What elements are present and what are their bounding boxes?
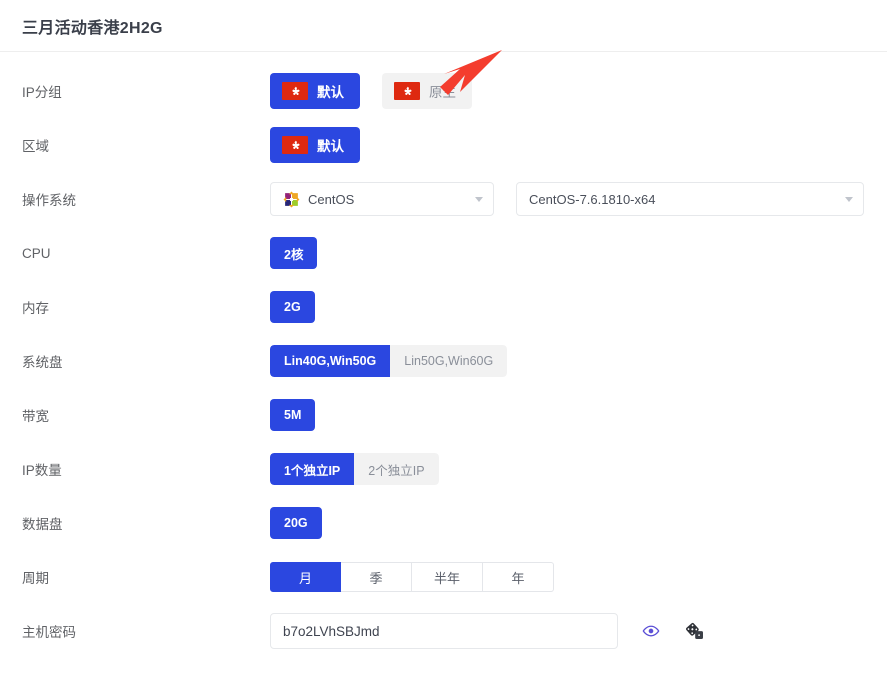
memory-option-2g[interactable]: 2G	[270, 291, 315, 323]
form-row-ip-group: IP分组 默认 原生	[0, 64, 887, 118]
row-label-memory: 内存	[22, 301, 49, 316]
host-password-input[interactable]	[270, 613, 618, 649]
centos-logo-icon	[283, 191, 300, 208]
chevron-down-icon	[475, 196, 483, 202]
form-row-data-disk: 数据盘 20G	[0, 496, 887, 550]
page-header: 三月活动香港2H2G	[0, 0, 887, 52]
order-configuration-page: 三月活动香港2H2G IP分组 默认 原生 区域 默认 操作系统 CentOS …	[0, 0, 887, 683]
row-label-region: 区域	[22, 139, 49, 154]
hong-kong-flag-icon	[394, 82, 420, 100]
ip-group-option-native[interactable]: 原生	[382, 73, 472, 109]
period-option-quarter[interactable]: 季	[341, 562, 412, 592]
period-option-month[interactable]: 月	[270, 562, 341, 592]
os-family-value: CentOS	[308, 191, 355, 207]
os-version-value: CentOS-7.6.1810-x64	[529, 191, 656, 207]
bandwidth-options: 5M	[270, 399, 316, 431]
form-row-cpu: CPU 2核	[0, 226, 887, 280]
form-row-host-password: 主机密码	[0, 604, 887, 658]
dice-icon[interactable]	[684, 620, 706, 642]
row-label-period: 周期	[22, 571, 49, 586]
row-label-system-disk: 系统盘	[22, 355, 63, 370]
memory-options: 2G	[270, 291, 315, 323]
row-label-operating-system: 操作系统	[22, 193, 76, 208]
ip-count-option-2[interactable]: 2个独立IP	[354, 453, 439, 485]
region-options: 默认	[270, 127, 360, 163]
row-label-cpu: CPU	[22, 245, 51, 261]
region-option-default[interactable]: 默认	[270, 127, 360, 163]
system-disk-option-lin40g[interactable]: Lin40G,Win50G	[270, 345, 391, 377]
system-disk-option-lin50g[interactable]: Lin50G,Win60G	[390, 345, 508, 377]
row-label-bandwidth: 带宽	[22, 409, 49, 424]
ip-group-option-default-label: 默认	[317, 85, 344, 100]
os-version-select[interactable]: CentOS-7.6.1810-x64	[516, 182, 864, 216]
data-disk-options: 20G	[270, 507, 322, 539]
hong-kong-flag-icon	[282, 136, 308, 154]
system-disk-options: Lin40G,Win50G Lin50G,Win60G	[270, 345, 508, 377]
form-row-bandwidth: 带宽 5M	[0, 388, 887, 442]
chevron-down-icon	[845, 196, 853, 202]
row-label-ip-count: IP数量	[22, 463, 62, 478]
host-password-control	[270, 613, 706, 649]
data-disk-option-20g[interactable]: 20G	[270, 507, 322, 539]
ip-group-options: 默认 原生	[270, 73, 472, 109]
ip-count-options: 1个独立IP 2个独立IP	[270, 453, 439, 485]
region-option-default-label: 默认	[317, 139, 344, 154]
page-title: 三月活动香港2H2G	[22, 19, 163, 37]
ip-group-option-default[interactable]: 默认	[270, 73, 360, 109]
ip-group-option-native-label: 原生	[429, 85, 456, 100]
period-option-year[interactable]: 年	[483, 562, 554, 592]
system-disk-option-group: Lin40G,Win50G Lin50G,Win60G	[270, 345, 508, 377]
form-row-memory: 内存 2G	[0, 280, 887, 334]
hong-kong-flag-icon	[282, 82, 308, 100]
operating-system-selects: CentOS CentOS-7.6.1810-x64	[270, 182, 864, 216]
ip-count-option-1[interactable]: 1个独立IP	[270, 453, 355, 485]
period-segmented-control: 月 季 半年 年	[270, 562, 554, 592]
row-label-ip-group: IP分组	[22, 85, 62, 100]
period-option-half-year[interactable]: 半年	[412, 562, 483, 592]
eye-icon[interactable]	[640, 620, 662, 642]
ip-count-option-group: 1个独立IP 2个独立IP	[270, 453, 439, 485]
row-label-host-password: 主机密码	[22, 625, 76, 640]
form-row-system-disk: 系统盘 Lin40G,Win50G Lin50G,Win60G	[0, 334, 887, 388]
cpu-option-2core[interactable]: 2核	[270, 237, 318, 269]
period-options: 月 季 半年 年	[270, 562, 554, 592]
bandwidth-option-5m[interactable]: 5M	[270, 399, 316, 431]
form-row-region: 区域 默认	[0, 118, 887, 172]
form-row-period: 周期 月 季 半年 年	[0, 550, 887, 604]
configuration-form: IP分组 默认 原生 区域 默认 操作系统 CentOS CentOS-7.6.…	[0, 52, 887, 658]
row-label-data-disk: 数据盘	[22, 517, 63, 532]
os-family-select[interactable]: CentOS	[270, 182, 494, 216]
form-row-operating-system: 操作系统 CentOS CentOS-7.6.1810-x64	[0, 172, 887, 226]
form-row-ip-count: IP数量 1个独立IP 2个独立IP	[0, 442, 887, 496]
cpu-options: 2核	[270, 237, 318, 269]
